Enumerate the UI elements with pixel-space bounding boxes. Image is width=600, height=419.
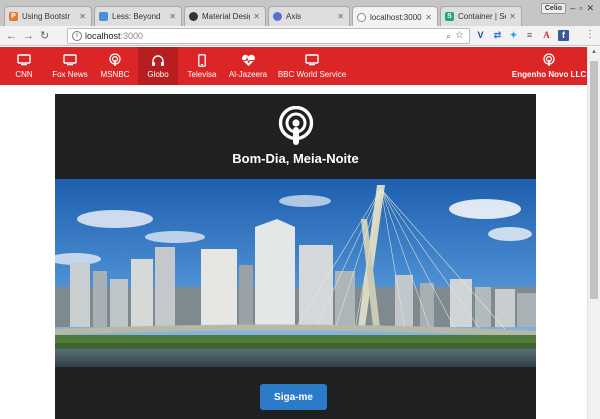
brand-label: Engenho Novo LLC <box>511 70 587 79</box>
nav-item-label: Al-Jazeera <box>228 70 268 79</box>
window-controls[interactable]: –▫✕ <box>570 3 598 14</box>
brand-link[interactable]: Engenho Novo LLC <box>511 47 587 85</box>
extension-lines-icon[interactable]: ≡ <box>524 30 535 41</box>
nav-item-label: Televisa <box>187 70 217 79</box>
phone-icon <box>193 53 211 67</box>
browser-tab-4[interactable]: Axis ✕ <box>268 6 350 26</box>
page-scrollbar[interactable]: ▲ <box>587 47 600 419</box>
nav-item-al-jazeera[interactable]: Al-Jazeera <box>226 47 270 85</box>
extension-arrows-icon[interactable]: ⇄ <box>492 30 503 41</box>
nav-item-label: Fox News <box>52 70 88 79</box>
globe-icon <box>357 12 366 22</box>
tv-icon <box>303 53 321 67</box>
tab-strip: P Using Bootstr ✕ Less: Beyond ✕ Materia… <box>0 0 600 27</box>
tab-title: localhost:3000 <box>370 12 422 22</box>
browser-toolbar: ← → ↻ i localhost:3000 ⌕ ☆ V ⇄ ✦ ≡ A f ⋮ <box>0 26 600 46</box>
tab-favicon-icon: S <box>445 12 454 21</box>
tab-title: Container | Se <box>458 12 507 21</box>
browser-tab-2[interactable]: Less: Beyond ✕ <box>94 6 182 26</box>
tab-favicon-icon <box>99 12 108 21</box>
nav-item-bbc-world-service[interactable]: BBC World Service <box>276 47 348 85</box>
facebook-icon[interactable]: f <box>558 30 569 41</box>
profile-button[interactable]: Celio <box>540 3 566 14</box>
tv-icon <box>15 53 33 67</box>
nav-item-msnbc[interactable]: MSNBC <box>96 47 134 85</box>
close-icon[interactable]: ✕ <box>425 13 432 22</box>
tab-title: Less: Beyond <box>112 12 161 21</box>
address-bar[interactable]: i localhost:3000 ⌕ ☆ <box>67 28 470 44</box>
nav-item-cnn[interactable]: CNN <box>6 47 42 85</box>
tv-icon <box>61 53 79 67</box>
info-icon[interactable]: i <box>72 31 82 41</box>
headphones-icon <box>149 53 167 67</box>
close-icon[interactable]: ✕ <box>79 12 86 21</box>
nav-item-label: Globo <box>147 70 169 79</box>
heartbeat-icon <box>239 53 257 67</box>
url-port: :3000 <box>120 31 144 41</box>
scroll-up-icon[interactable]: ▲ <box>591 49 597 55</box>
forward-icon[interactable]: → <box>23 29 34 43</box>
page-title: Bom-Dia, Meia-Noite <box>232 151 359 166</box>
tab-favicon-icon <box>189 12 198 21</box>
twitter-icon[interactable]: ✦ <box>508 30 519 41</box>
nav-item-televisa[interactable]: Televisa <box>184 47 220 85</box>
browser-tab-6[interactable]: S Container | Se ✕ <box>440 6 522 26</box>
extension-a-icon[interactable]: A <box>541 30 552 41</box>
close-icon[interactable]: ✕ <box>337 12 344 21</box>
browser-tab-3[interactable]: Material Desig ✕ <box>184 6 266 26</box>
hero-image <box>55 179 536 367</box>
tab-title: Axis <box>286 12 302 21</box>
menu-icon[interactable]: ⋮ <box>585 29 595 41</box>
browser-tab-5[interactable]: localhost:3000 ✕ <box>352 6 438 27</box>
podcast-icon <box>278 106 314 145</box>
browser-tab-1[interactable]: P Using Bootstr ✕ <box>4 6 92 26</box>
tab-title: Material Desig <box>202 12 251 21</box>
nav-item-label: BBC World Service <box>277 70 347 79</box>
close-icon[interactable]: ✕ <box>509 12 516 21</box>
close-icon[interactable]: ✕ <box>253 12 260 21</box>
tab-favicon-icon <box>273 12 282 21</box>
nav-item-globo[interactable]: Globo <box>138 47 178 85</box>
extension-v-icon[interactable]: V <box>475 30 486 41</box>
nav-item-label: CNN <box>15 70 33 79</box>
zoom-icon[interactable]: ⌕ <box>446 29 451 43</box>
follow-button[interactable]: Siga-me <box>260 384 327 410</box>
back-icon[interactable]: ← <box>6 29 17 43</box>
station-navbar: CNN Fox News MSNBC Globo Televisa Al-Jaz… <box>0 47 587 85</box>
reload-icon[interactable]: ↻ <box>40 29 49 43</box>
bookmark-star-icon[interactable]: ☆ <box>455 29 464 43</box>
nav-item-label: MSNBC <box>100 70 130 79</box>
podcast-icon <box>106 53 124 67</box>
scrollbar-thumb[interactable] <box>590 61 598 299</box>
url-host: localhost <box>85 31 121 41</box>
tab-favicon-icon: P <box>9 12 18 21</box>
tab-title: Using Bootstr <box>22 12 71 21</box>
close-icon[interactable]: ✕ <box>169 12 176 21</box>
podcast-card: Bom-Dia, Meia-Noite Siga-me <box>55 94 536 419</box>
nav-item-fox-news[interactable]: Fox News <box>50 47 90 85</box>
podcast-icon <box>540 53 558 67</box>
